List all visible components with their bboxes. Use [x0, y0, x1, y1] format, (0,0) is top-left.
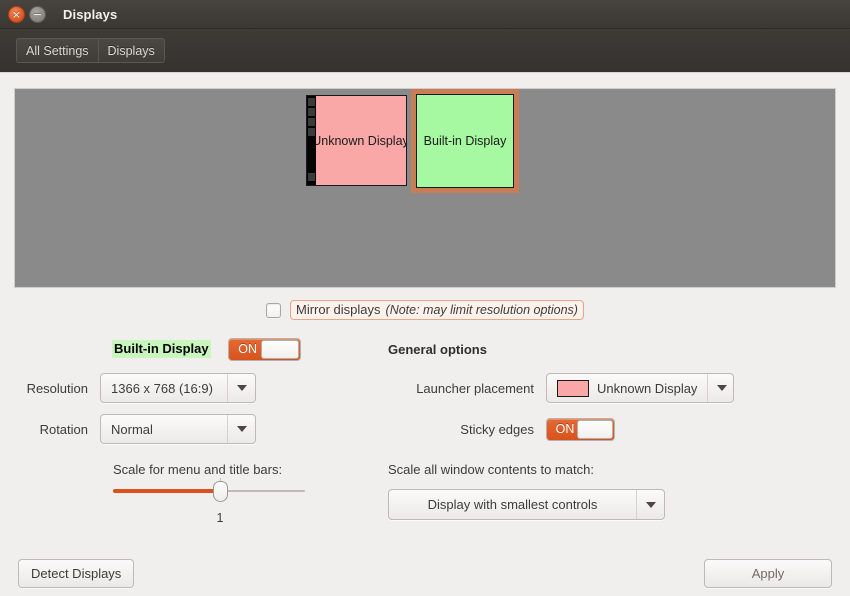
launcher-app-icon — [308, 173, 315, 181]
general-options-heading: General options — [388, 341, 487, 357]
minimize-icon[interactable]: − — [29, 5, 46, 23]
monitor-label: Unknown Display — [312, 133, 407, 148]
mirror-displays-note: (Note: may limit resolution options) — [385, 303, 578, 317]
monitor-builtin-selection-frame[interactable]: Built-in Display — [411, 89, 519, 193]
toolbar-button-group: All Settings Displays — [16, 38, 165, 63]
resolution-row: Resolution 1366 x 768 (16:9) — [0, 373, 372, 403]
monitor-label: Built-in Display — [423, 134, 507, 148]
close-icon[interactable]: × — [8, 5, 25, 23]
chevron-down-icon[interactable] — [707, 374, 735, 402]
sticky-edges-toggle-knob — [577, 419, 613, 439]
resolution-value: 1366 x 768 (16:9) — [111, 380, 213, 396]
display-power-toggle-knob — [260, 339, 299, 359]
displays-button[interactable]: Displays — [97, 38, 165, 63]
sticky-edges-row: Sticky edges ON — [388, 414, 808, 444]
display-power-toggle[interactable]: ON — [227, 337, 301, 361]
scale-slider-remainder — [220, 490, 305, 492]
launcher-app-icon — [308, 118, 315, 126]
launcher-placement-dropdown[interactable]: Unknown Display — [546, 373, 734, 403]
mirror-displays-row: Mirror displays (Note: may limit resolut… — [0, 300, 850, 320]
toolbar: All Settings Displays — [0, 29, 850, 73]
mirror-displays-checkbox[interactable] — [266, 302, 282, 318]
scale-slider-value: 1 — [216, 511, 224, 525]
launcher-strip-icon — [307, 96, 316, 185]
chevron-down-icon[interactable] — [227, 415, 255, 443]
window-title: Displays — [63, 6, 118, 22]
rotation-dropdown[interactable]: Normal — [100, 414, 256, 444]
close-glyph: × — [11, 7, 22, 21]
resolution-label: Resolution — [26, 380, 88, 396]
scale-slider-wrap: 1 — [0, 478, 372, 525]
all-settings-button[interactable]: All Settings — [16, 38, 98, 63]
launcher-placement-value-group: Unknown Display — [547, 379, 707, 397]
launcher-app-icon — [308, 98, 315, 106]
display-header-row: Built-in Display ON — [0, 336, 372, 362]
chevron-down-icon[interactable] — [227, 374, 255, 402]
general-options-panel: General options Launcher placement Unkno… — [388, 336, 808, 520]
monitor-builtin-display[interactable]: Built-in Display — [416, 94, 514, 188]
chevron-down-icon[interactable] — [636, 490, 664, 519]
monitor-unknown-display[interactable]: Unknown Display — [306, 95, 407, 186]
minimize-glyph: − — [32, 7, 43, 21]
sticky-edges-toggle[interactable]: ON — [546, 417, 615, 441]
scale-menu-caption: Scale for menu and title bars: — [113, 462, 283, 477]
detect-displays-button[interactable]: Detect Displays — [18, 558, 135, 588]
scale-all-value: Display with smallest controls — [427, 497, 598, 512]
sticky-edges-label: Sticky edges — [460, 421, 534, 437]
launcher-placement-row: Launcher placement Unknown Display — [388, 373, 808, 403]
scale-all-dropdown[interactable]: Display with smallest controls — [388, 489, 665, 520]
launcher-placement-value: Unknown Display — [597, 380, 698, 396]
rotation-label: Rotation — [39, 421, 88, 437]
scale-slider-handle[interactable] — [213, 481, 228, 502]
launcher-app-icon — [308, 128, 315, 136]
window-titlebar: × − Displays — [0, 0, 850, 29]
mirror-displays-label-group[interactable]: Mirror displays (Note: may limit resolut… — [290, 300, 584, 320]
selected-display-name: Built-in Display — [112, 339, 211, 359]
mirror-displays-label: Mirror displays — [296, 302, 381, 317]
resolution-dropdown[interactable]: 1366 x 768 (16:9) — [100, 373, 256, 403]
scale-all-caption: Scale all window contents to match: — [388, 462, 594, 477]
scale-slider[interactable]: 1 — [113, 478, 305, 525]
scale-slider-fill — [113, 489, 220, 493]
selected-display-panel: Built-in Display ON Resolution 1366 x 76… — [0, 336, 372, 525]
launcher-app-icon — [308, 108, 315, 116]
launcher-placement-label: Launcher placement — [416, 380, 534, 396]
footer-bar: Detect Displays Apply — [0, 550, 850, 596]
display-arrangement-preview[interactable]: Unknown Display Built-in Display — [14, 88, 836, 288]
rotation-row: Rotation Normal — [0, 414, 372, 444]
rotation-value: Normal — [111, 421, 153, 437]
display-color-swatch-icon — [557, 379, 589, 397]
apply-button[interactable]: Apply — [704, 558, 832, 588]
